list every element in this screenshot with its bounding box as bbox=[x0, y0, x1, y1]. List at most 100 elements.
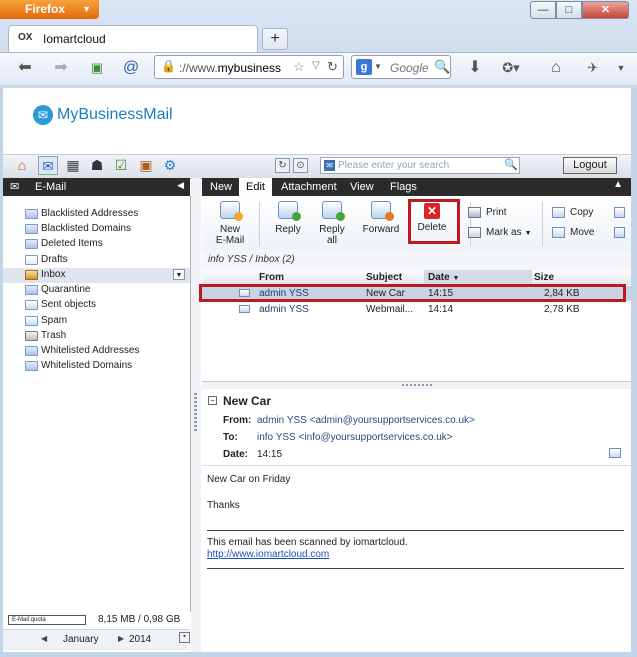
browser-search-bar[interactable]: g ▼ Google 🔍 bbox=[351, 55, 451, 79]
tab-attachment[interactable]: Attachment bbox=[281, 178, 337, 196]
mark-as-label: Mark as bbox=[486, 227, 522, 239]
folder-inbox[interactable]: Inbox ▼ bbox=[3, 268, 190, 283]
folder-sent-objects[interactable]: Sent objects bbox=[3, 298, 190, 313]
window-border-left bbox=[0, 88, 3, 657]
home-icon[interactable]: ⌂ bbox=[545, 58, 567, 78]
print-button[interactable]: Print bbox=[468, 207, 507, 218]
new-tab-button[interactable]: + bbox=[262, 28, 288, 50]
to-label: To: bbox=[223, 432, 238, 443]
folder-icon bbox=[25, 361, 38, 371]
quota-value: 8,15 MB / 0,98 GB bbox=[98, 614, 181, 625]
search-icon[interactable]: 🔍 bbox=[434, 59, 450, 75]
new-email-icon bbox=[220, 201, 243, 221]
reply-all-button[interactable]: Reply all bbox=[314, 201, 350, 246]
folder-tree: Blacklisted Addresses Blacklisted Domain… bbox=[3, 196, 191, 612]
column-subject[interactable]: Subject bbox=[366, 272, 402, 283]
bookmark-star-icon[interactable]: ☆ bbox=[293, 59, 305, 75]
search-icon[interactable]: 🔍 bbox=[504, 158, 518, 171]
swirl-addon-icon[interactable]: @ bbox=[120, 58, 142, 78]
overflow-menu-icon[interactable]: ▼ bbox=[610, 58, 632, 78]
collapse-ribbon-icon[interactable]: ▲ bbox=[613, 179, 623, 190]
left-panel-title: E-Mail bbox=[35, 181, 67, 193]
column-size[interactable]: Size bbox=[534, 272, 554, 283]
folder-icon bbox=[25, 346, 38, 356]
forward-arrow-icon[interactable]: ➡ bbox=[50, 58, 72, 78]
grip-icon bbox=[402, 384, 432, 386]
email-module-icon[interactable]: ✉ bbox=[38, 156, 58, 175]
tasks-icon[interactable]: ☑ bbox=[111, 156, 131, 175]
new-email-button[interactable]: New E-Mail bbox=[210, 201, 250, 246]
calendar-icon[interactable]: ▦ bbox=[63, 156, 83, 175]
tab-view[interactable]: View bbox=[350, 178, 374, 196]
reply-label: Reply bbox=[275, 224, 301, 235]
settings-gear-icon[interactable]: ⚙ bbox=[160, 156, 180, 175]
column-date-label: Date bbox=[428, 272, 450, 283]
tab-edit[interactable]: Edit bbox=[239, 178, 272, 196]
download-icon[interactable]: ⬇ bbox=[464, 58, 486, 78]
folder-label: Whitelisted Domains bbox=[41, 360, 133, 371]
folder-menu-dropdown[interactable]: ▼ bbox=[173, 269, 185, 280]
extension-icon[interactable]: ✈ bbox=[582, 58, 604, 78]
expand-calendar-icon[interactable]: ▪ bbox=[179, 632, 190, 643]
refresh-icon[interactable]: ↻ bbox=[275, 158, 290, 173]
column-date[interactable]: Date ▼ bbox=[424, 270, 532, 285]
footer-link[interactable]: http://www.iomartcloud.com bbox=[207, 549, 329, 560]
left-panel-header: ✉ E-Mail ◀ bbox=[3, 178, 190, 196]
ribbon-more-icon-2[interactable] bbox=[614, 227, 630, 238]
collapse-panel-icon[interactable]: ◀ bbox=[177, 180, 184, 191]
close-window-button[interactable]: ✕ bbox=[582, 1, 629, 19]
portfolio-icon[interactable]: ▣ bbox=[136, 156, 156, 175]
tab-flags[interactable]: Flags bbox=[390, 178, 417, 196]
logout-button[interactable]: Logout bbox=[563, 157, 617, 174]
bookmarks-menu-icon[interactable]: ✪▾ bbox=[500, 58, 522, 78]
prev-month-icon[interactable]: ◀ bbox=[41, 634, 47, 643]
folder-path-bar: info YSS / Inbox (2) bbox=[202, 250, 631, 271]
left-panel-resizer[interactable] bbox=[191, 178, 201, 652]
mark-as-button[interactable]: Mark as ▼ bbox=[468, 227, 532, 238]
from-value[interactable]: admin YSS <admin@yoursupportservices.co.… bbox=[257, 415, 475, 426]
folder-whitelisted-domains[interactable]: Whitelisted Domains bbox=[3, 359, 190, 374]
home-icon[interactable]: ⌂ bbox=[12, 156, 32, 175]
browser-tab[interactable]: OX Iomartcloud bbox=[8, 25, 258, 52]
search-engine-icon[interactable]: g bbox=[356, 59, 372, 75]
maximize-button[interactable]: □ bbox=[556, 1, 582, 19]
to-value[interactable]: info YSS <info@yoursupportservices.co.uk… bbox=[257, 432, 453, 443]
move-button[interactable]: Move bbox=[552, 227, 594, 238]
folder-icon bbox=[25, 239, 38, 249]
firefox-menu-button[interactable]: Firefox ▼ bbox=[0, 0, 99, 19]
app-search-input[interactable]: ✉ Please enter your search 🔍 bbox=[320, 157, 520, 174]
forward-button[interactable]: Forward bbox=[360, 201, 402, 235]
mail-row[interactable]: admin YSS Webmail... 14:14 2,78 KB bbox=[202, 302, 631, 317]
tab-favicon: OX bbox=[18, 32, 33, 43]
folder-deleted-items[interactable]: Deleted Items bbox=[3, 237, 190, 252]
minimize-button[interactable]: — bbox=[530, 1, 556, 19]
tab-new[interactable]: New bbox=[210, 178, 232, 196]
vcard-icon[interactable] bbox=[609, 448, 621, 458]
search-scope-icon[interactable]: ⊙ bbox=[293, 158, 308, 173]
window-border-right bbox=[631, 88, 637, 657]
url-bar[interactable]: 🔒 ://www.mybusiness ☆ ▽ ↻ bbox=[154, 55, 344, 79]
column-from[interactable]: From bbox=[259, 272, 284, 283]
ribbon-more-icon-1[interactable] bbox=[614, 207, 630, 218]
next-month-icon[interactable]: ▶ bbox=[118, 634, 124, 643]
date-label: Date: bbox=[223, 449, 249, 460]
folder-icon bbox=[25, 224, 38, 234]
folder-blacklisted-addresses[interactable]: Blacklisted Addresses bbox=[3, 207, 190, 222]
collapse-header-icon[interactable]: − bbox=[208, 396, 217, 405]
print-label: Print bbox=[486, 207, 507, 219]
back-arrow-icon[interactable]: ⬅ bbox=[14, 58, 36, 78]
folder-trash[interactable]: Trash bbox=[3, 329, 190, 344]
folder-quarantine[interactable]: Quarantine bbox=[3, 283, 190, 298]
divider bbox=[207, 530, 624, 531]
ribbon-more-icon bbox=[614, 227, 625, 238]
addon-icon[interactable]: ▣ bbox=[86, 58, 108, 78]
folder-spam[interactable]: Spam bbox=[3, 314, 190, 329]
copy-button[interactable]: Copy bbox=[552, 207, 593, 218]
reply-button[interactable]: Reply bbox=[270, 201, 306, 235]
url-dropdown-icon[interactable]: ▽ bbox=[312, 60, 320, 71]
contacts-icon[interactable]: ☗ bbox=[87, 156, 107, 175]
folder-drafts[interactable]: Drafts bbox=[3, 253, 190, 268]
folder-whitelisted-addresses[interactable]: Whitelisted Addresses bbox=[3, 344, 190, 359]
reload-icon[interactable]: ↻ bbox=[327, 59, 338, 75]
folder-blacklisted-domains[interactable]: Blacklisted Domains bbox=[3, 222, 190, 237]
